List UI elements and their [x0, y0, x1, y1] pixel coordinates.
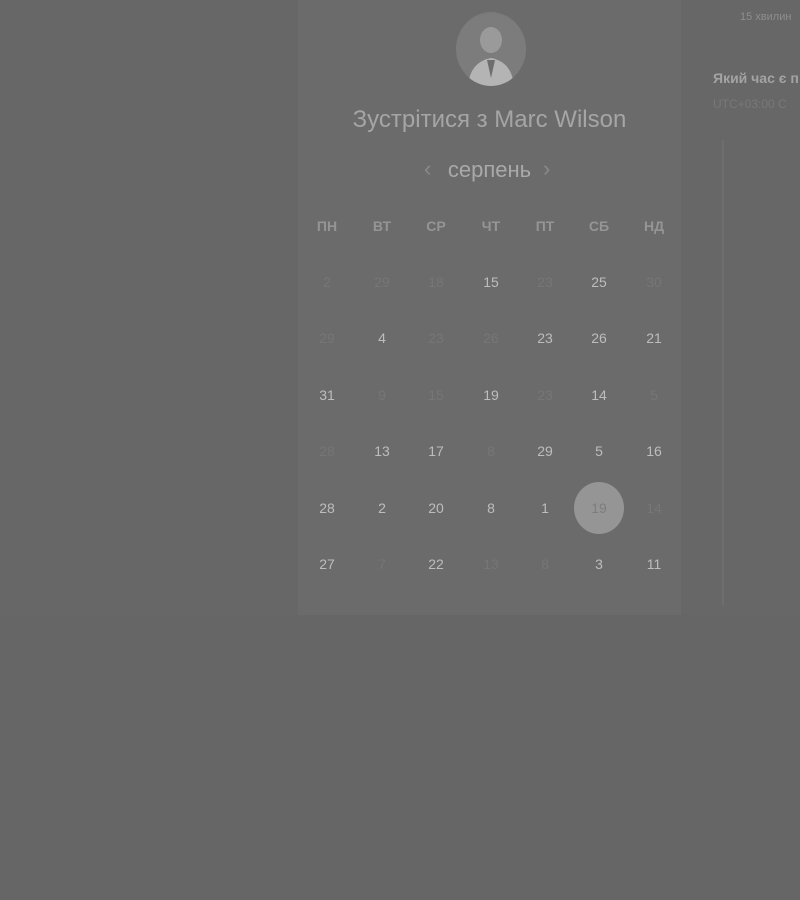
calendar-day[interactable]: 19: [469, 373, 513, 417]
calendar-day: 28: [319, 443, 335, 459]
calendar-day[interactable]: 5: [577, 429, 621, 473]
calendar-day[interactable]: 15: [469, 260, 513, 304]
calendar-day: 8: [541, 556, 549, 572]
calendar-day: 5: [650, 387, 658, 403]
calendar-day[interactable]: 28: [305, 486, 349, 530]
calendar-day: 14: [646, 500, 662, 516]
timezone-label[interactable]: UTC+03:00 C: [713, 97, 787, 111]
calendar-day[interactable]: 14: [577, 373, 621, 417]
left-panel: [0, 0, 298, 615]
calendar-day: 23: [537, 274, 553, 290]
time-question-heading: Який час є п: [713, 70, 799, 86]
calendar-day[interactable]: 2: [360, 486, 404, 530]
calendar-day: 9: [378, 387, 386, 403]
calendar-day: 7: [378, 556, 386, 572]
calendar-day: 2: [323, 274, 331, 290]
calendar-day[interactable]: 1: [523, 486, 567, 530]
calendar-day[interactable]: 22: [414, 542, 458, 586]
calendar-day[interactable]: 8: [469, 486, 513, 530]
calendar-day: 13: [483, 556, 499, 572]
calendar-day: 8: [487, 443, 495, 459]
calendar-day: 29: [374, 274, 390, 290]
calendar-day[interactable]: 21: [632, 316, 676, 360]
calendar-day[interactable]: 16: [632, 429, 676, 473]
page: Зустрітися з Marc Wilson ‹ серпень › ПН …: [0, 0, 800, 900]
calendar-day[interactable]: 27: [305, 542, 349, 586]
calendar-day[interactable]: 26: [577, 316, 621, 360]
calendar-day[interactable]: 31: [305, 373, 349, 417]
calendar-day: 18: [428, 274, 444, 290]
calendar-day[interactable]: 25: [577, 260, 621, 304]
calendar-day[interactable]: 23: [523, 316, 567, 360]
calendar-day[interactable]: 13: [360, 429, 404, 473]
calendar-day: 26: [483, 330, 499, 346]
right-panel: [681, 0, 800, 615]
time-slots-divider: [722, 140, 724, 605]
calendar-day[interactable]: 3: [577, 542, 621, 586]
calendar-day[interactable]: 20: [414, 486, 458, 530]
meeting-duration: 15 хвилин: [740, 11, 792, 23]
calendar-day[interactable]: 29: [523, 429, 567, 473]
calendar-grid: 2 29 18 15 23 25 30 29 4 23 26 23 26 21 31 9 15 19 23 14 5 28…: [300, 0, 681, 615]
calendar-day: 23: [428, 330, 444, 346]
calendar-day[interactable]: 11: [632, 542, 676, 586]
calendar-day: 23: [537, 387, 553, 403]
calendar-day[interactable]: 17: [414, 429, 458, 473]
calendar-day: 15: [428, 387, 444, 403]
calendar-day: 29: [319, 330, 335, 346]
calendar-day-selected[interactable]: 19: [574, 482, 624, 534]
calendar-day: 30: [646, 274, 662, 290]
calendar-day[interactable]: 4: [360, 316, 404, 360]
